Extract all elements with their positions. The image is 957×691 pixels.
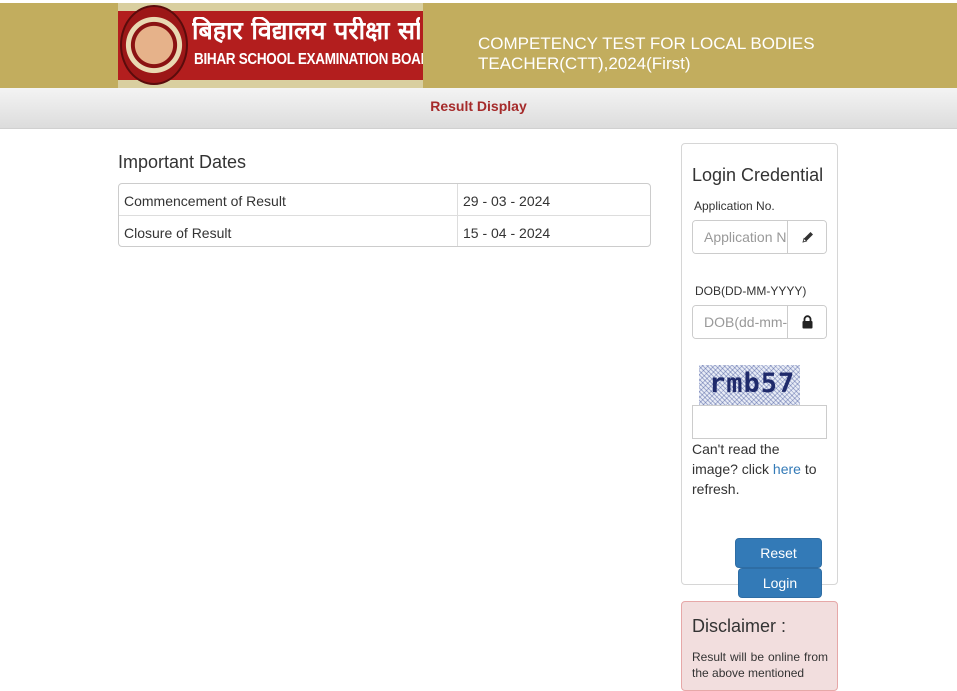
nav-title-result-display[interactable]: Result Display [0,98,957,114]
application-no-label: Application No. [694,199,775,213]
captcha-refresh-text: Can't read the image? click here to refr… [692,439,827,499]
important-dates-table: Commencement of Result 29 - 03 - 2024 Cl… [118,183,651,247]
dob-group [692,305,827,339]
dob-input[interactable] [693,306,787,338]
table-cell-label: Closure of Result [124,225,232,241]
captcha-text: rmb57 [709,368,796,399]
table-cell-label: Commencement of Result [124,193,286,209]
disclaimer-panel: Disclaimer : Result will be online from … [681,601,838,691]
cell-divider [457,184,458,215]
disclaimer-title: Disclaimer : [692,616,787,636]
login-panel: Login Credential Application No. DOB(DD-… [681,143,838,598]
logo-english-text: BIHAR SCHOOL EXAMINATION BOARD [194,50,423,68]
bseb-logo: बिहार विद्यालय परीक्षा समिति BIHAR SCHOO… [118,3,423,88]
captcha-image: rmb57 [699,365,800,405]
refresh-prefix: Can't read the image? click [692,441,780,477]
reset-button[interactable]: Reset [735,538,822,568]
login-title: Login Credential [692,165,824,185]
dob-label: DOB(DD-MM-YYYY) [695,284,807,298]
table-cell-value: 29 - 03 - 2024 [463,193,551,209]
logo-hindi-text: बिहार विद्यालय परीक्षा समिति [192,17,420,45]
pencil-icon [787,221,826,253]
application-no-input[interactable] [693,221,787,253]
seal-emblem-icon [120,5,188,85]
lock-icon [787,306,826,338]
table-row: Closure of Result 15 - 04 - 2024 [119,216,650,246]
login-button[interactable]: Login [738,568,822,598]
exam-title: COMPETENCY TEST FOR LOCAL BODIES TEACHER… [478,34,815,73]
table-row: Commencement of Result 29 - 03 - 2024 [119,184,650,216]
captcha-input[interactable] [692,405,827,439]
disclaimer-text: Result will be online from the above men… [692,650,828,680]
site-header: बिहार विद्यालय परीक्षा समिति BIHAR SCHOO… [0,3,957,88]
important-dates-heading: Important Dates [118,152,247,172]
application-no-group [692,220,827,254]
table-cell-value: 15 - 04 - 2024 [463,225,551,241]
captcha-refresh-link[interactable]: here [773,461,801,477]
navbar: Result Display [0,88,957,129]
cell-divider [457,216,458,246]
